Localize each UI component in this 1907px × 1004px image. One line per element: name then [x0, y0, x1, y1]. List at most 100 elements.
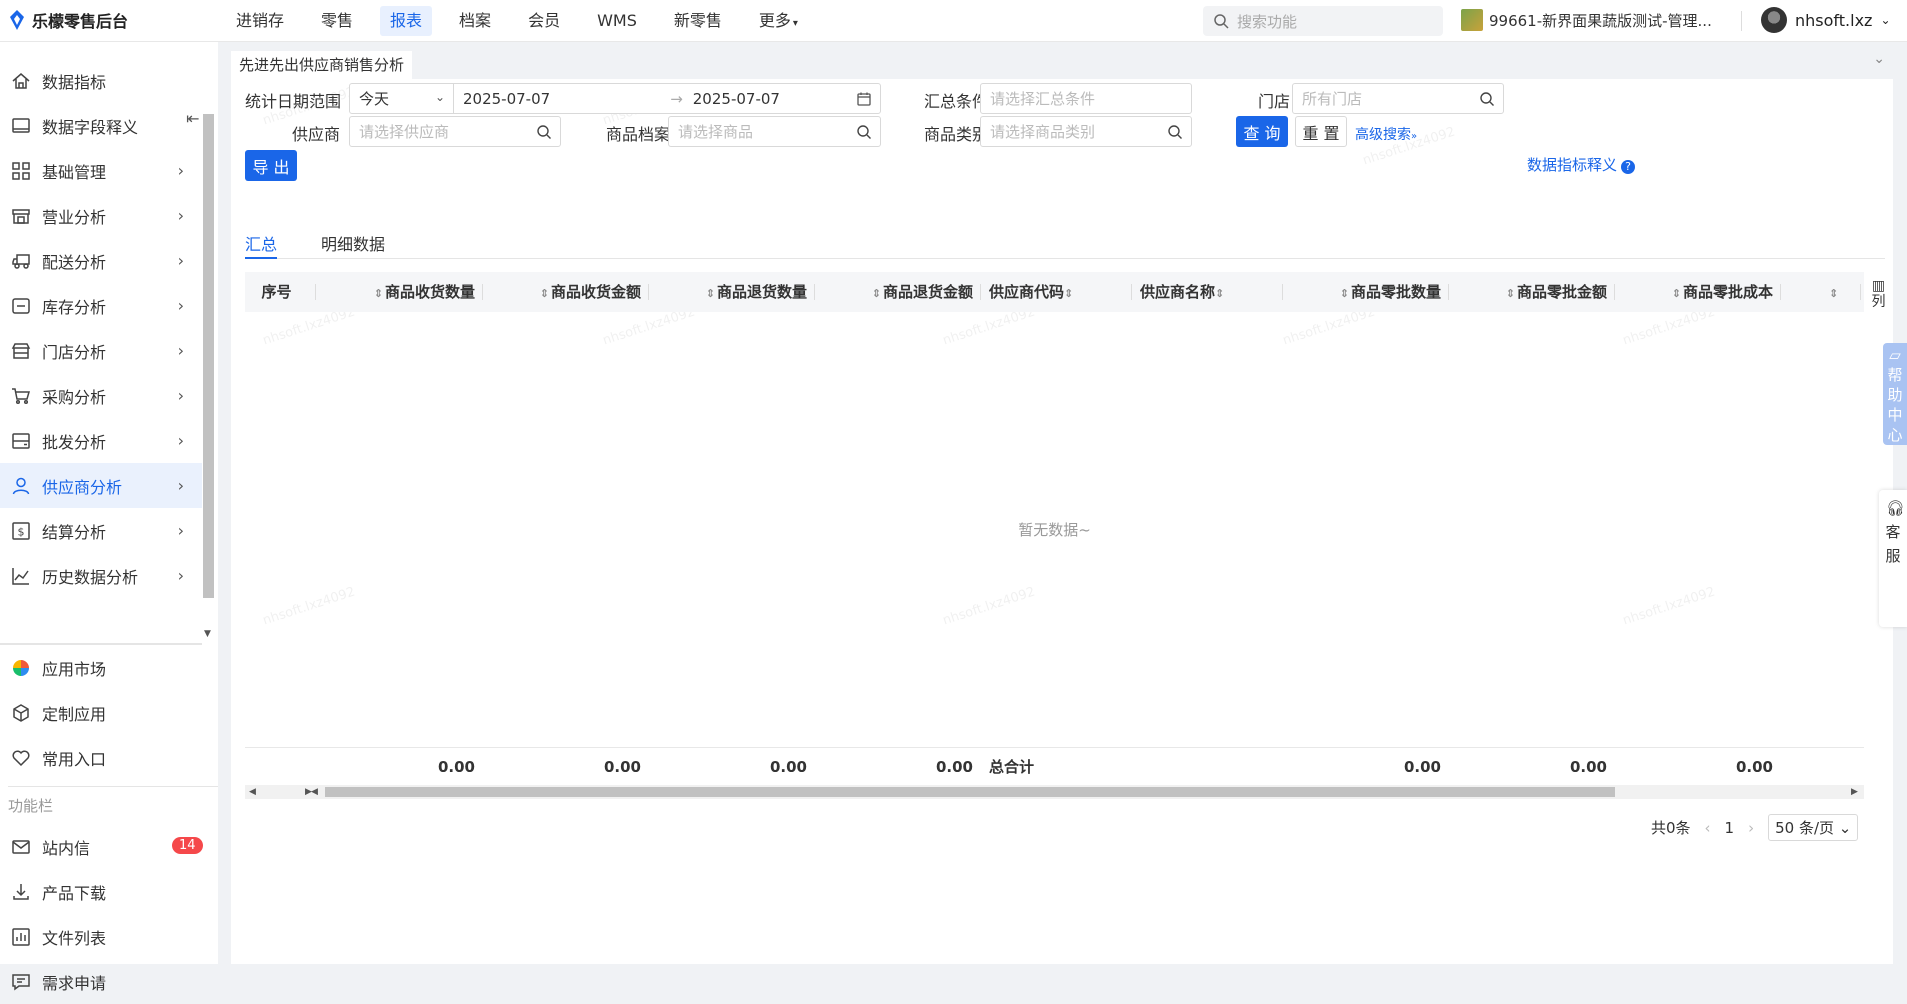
summary-condition-select[interactable]: 请选择汇总条件 [980, 83, 1192, 114]
scroll-left-icon[interactable]: ◀ [249, 785, 256, 799]
sidebar-item-label: 文件列表 [42, 928, 107, 948]
scroll-right-icon[interactable]: ▶ [1851, 785, 1858, 799]
sort-icon: ⇕ [373, 287, 383, 300]
sidebar-extras: 应用市场 定制应用 常用入口 功能栏 站内信 14 产品下载 文件列表 需求申请 [0, 645, 218, 1004]
column-header[interactable]: ⇕ 商品零批数量 [1283, 272, 1449, 312]
sidebar-item-supplier-analysis[interactable]: 供应商分析 › [0, 463, 202, 508]
sidebar-item-history-analysis[interactable]: 历史数据分析 › [0, 553, 202, 598]
scroll-left-icon[interactable]: ◀ [311, 785, 318, 799]
column-header[interactable]: ⇕ 商品零批成本 [1615, 272, 1781, 312]
sort-icon: ⇕ [1829, 287, 1839, 300]
sidebar-item-field-definitions[interactable]: 数据字段释义 [0, 103, 202, 148]
page-size-select[interactable]: 50 条/页 ⌄ [1768, 814, 1859, 841]
sidebar-item-data-metrics[interactable]: 数据指标 [0, 58, 202, 103]
next-page-icon[interactable]: › [1748, 819, 1754, 837]
category-select[interactable]: 请选择商品类别 [980, 116, 1192, 147]
page-number[interactable]: 1 [1725, 819, 1735, 837]
chevron-down-icon: ⌄ [1880, 13, 1891, 27]
total-cell [1132, 748, 1283, 785]
date-range-picker[interactable]: 2025-07-07 → 2025-07-07 [453, 83, 881, 114]
nav-item-archive[interactable]: 档案 [449, 6, 501, 36]
nav-item-more[interactable]: 更多 ▾ [749, 6, 808, 36]
horizontal-scrollbar[interactable]: ◀ ▶ ◀ ▶ [245, 785, 1864, 799]
sidebar-item-store-analysis[interactable]: 门店分析 › [0, 328, 202, 373]
chevron-right-icon: › [177, 386, 184, 405]
column-header[interactable]: ⇕ 商品零批金额 [1449, 272, 1615, 312]
column-label: 商品收货数量 [384, 283, 475, 301]
page-tab-strip: 先进先出供应商销售分析 ⌄ [231, 51, 1893, 79]
nav-item-member[interactable]: 会员 [518, 6, 570, 36]
chevron-down-icon[interactable]: ⌄ [1873, 51, 1885, 67]
sidebar-item-purchase-analysis[interactable]: 采购分析 › [0, 373, 202, 418]
help-chat-icon: ▱ [1889, 346, 1901, 364]
sidebar-item-file-list[interactable]: 文件列表 [0, 914, 218, 959]
sidebar-item-wholesale-analysis[interactable]: 批发分析 › [0, 418, 202, 463]
sidebar-item-inventory-analysis[interactable]: 库存分析 › [0, 283, 202, 328]
sidebar-item-requests[interactable]: 需求申请 [0, 959, 218, 1004]
nav-item-new-retail[interactable]: 新零售 [664, 6, 732, 36]
nav-item-retail[interactable]: 零售 [311, 6, 363, 36]
sidebar-item-label: 营业分析 [42, 207, 107, 227]
column-settings-button[interactable]: ▥ 列 [1864, 272, 1893, 312]
column-header[interactable]: ⇕ 商品收货金额 [483, 272, 649, 312]
reset-button[interactable]: 重 置 [1295, 116, 1347, 147]
column-header[interactable]: 供应商名称⇕ [1132, 272, 1283, 312]
date-preset-select[interactable]: 今天 ⌄ [349, 83, 454, 114]
sidebar-scrollbar[interactable] [203, 114, 214, 598]
customer-service-label: 客服 [1885, 523, 1901, 565]
search-input[interactable]: 搜索功能 [1203, 6, 1443, 36]
store-select[interactable]: 所有门店 [1292, 83, 1504, 114]
sidebar-item-messages[interactable]: 站内信 14 [0, 824, 218, 869]
user-menu[interactable]: nhsoft.lxz ⌄ [1761, 7, 1891, 33]
store-name: 99661-新界面果蔬版测试-管理... [1489, 11, 1712, 30]
page-tab[interactable]: 先进先出供应商销售分析 [231, 51, 413, 79]
mail-icon [10, 836, 32, 858]
nav-item-jinxiaocun[interactable]: 进销存 [226, 6, 294, 36]
sidebar-item-distribution-analysis[interactable]: 配送分析 › [0, 238, 202, 283]
sidebar-item-business-analysis[interactable]: 营业分析 › [0, 193, 202, 238]
sidebar-item-app-market[interactable]: 应用市场 [0, 645, 218, 690]
chart-icon [10, 565, 32, 587]
query-button[interactable]: 查 询 [1236, 116, 1288, 147]
column-header[interactable]: ⇕ 商品收货数量 [316, 272, 483, 312]
chevron-down-icon: ⌄ [1838, 819, 1852, 837]
export-button[interactable]: 导 出 [245, 150, 297, 181]
calendar-icon [856, 91, 872, 111]
total-cell: 0.00 [935, 757, 973, 776]
column-header[interactable]: ⇕ 商品退货数量 [649, 272, 815, 312]
tab-summary[interactable]: 汇总 [245, 231, 278, 259]
category-label: 商品类别 [924, 125, 989, 144]
advanced-search-link[interactable]: 高级搜索» [1355, 124, 1417, 144]
sidebar-item-basic-management[interactable]: 基础管理 › [0, 148, 202, 193]
column-header[interactable]: 供应商代码⇕ [981, 272, 1132, 312]
nav-item-wms[interactable]: WMS [587, 6, 647, 36]
nav-item-reports[interactable]: 报表 [380, 6, 433, 36]
appstore-icon [10, 657, 32, 679]
sidebar-item-label: 基础管理 [42, 162, 107, 182]
product-placeholder: 请选择商品 [678, 123, 754, 141]
total-cell [1781, 748, 1861, 785]
divider [8, 786, 218, 787]
sidebar-item-settlement-analysis[interactable]: $ 结算分析 › [0, 508, 202, 553]
sidebar-item-favorites[interactable]: 常用入口 [0, 735, 218, 780]
sidebar-item-custom-apps[interactable]: 定制应用 [0, 690, 218, 735]
product-select[interactable]: 请选择商品 [668, 116, 881, 147]
prev-page-icon[interactable]: ‹ [1705, 819, 1711, 837]
supplier-select[interactable]: 请选择供应商 [349, 116, 561, 147]
column-header: 序号 [245, 272, 316, 312]
sidebar-item-download[interactable]: 产品下载 [0, 869, 218, 914]
tab-detail[interactable]: 明细数据 [321, 231, 385, 259]
scrollbar-thumb[interactable] [325, 787, 1615, 797]
top-nav: 进销存 零售 报表 档案 会员 WMS 新零售 更多 ▾ [226, 0, 825, 42]
store-selector[interactable]: 99661-新界面果蔬版测试-管理... [1461, 9, 1712, 31]
help-center-button[interactable]: ▱ 帮助中心 [1883, 343, 1907, 445]
metrics-definition-link[interactable]: 数据指标释义? [1527, 154, 1636, 175]
column-label: 供应商代码 [989, 283, 1065, 301]
column-header[interactable]: ⇕商 [1781, 272, 1861, 312]
scroll-down-icon[interactable]: ▼ [204, 629, 211, 639]
column-header[interactable]: ⇕ 商品退货金额 [815, 272, 981, 312]
sidebar-item-label: 应用市场 [42, 659, 107, 679]
user-name: nhsoft.lxz [1795, 10, 1873, 30]
app-logo[interactable]: 乐檬零售后台 [8, 8, 128, 32]
customer-service-button[interactable]: 🎧︎ 客服 [1879, 490, 1907, 627]
